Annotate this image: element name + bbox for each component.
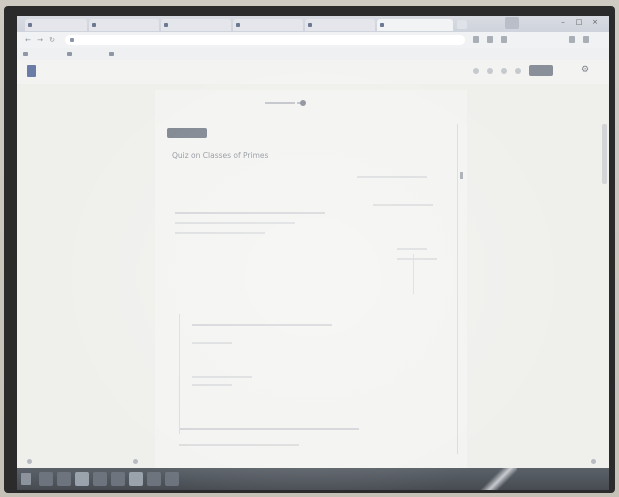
bookmark-item[interactable] [67,50,74,58]
comment-icon[interactable] [473,68,479,74]
text-line [179,428,359,430]
text-line [397,258,437,260]
profile-icon[interactable] [505,17,519,29]
bookmark-item[interactable] [109,50,116,58]
extension-icon[interactable] [487,36,493,43]
document-heading: Quiz on Classes of Primes [172,151,269,160]
taskbar-app-icon[interactable] [93,472,107,486]
account-icon[interactable] [515,68,521,74]
text-line [175,222,295,224]
text-line [175,232,265,234]
browser-tab[interactable] [89,19,159,31]
page-header-icon [300,100,306,106]
menu-icon[interactable] [583,36,589,43]
taskbar-app-icon[interactable] [111,472,125,486]
tab-favicon-icon [164,23,168,27]
column-rule [457,124,458,454]
tab-favicon-icon [308,23,312,27]
screen-glare [477,468,517,490]
document-canvas: Quiz on Classes of Primes [17,84,609,490]
screen: – □ × ← → ↻ ⚙ Quiz on Classes of Primes [17,16,609,490]
present-icon[interactable] [501,68,507,74]
page-header-rule [265,102,295,104]
browser-tab-active[interactable] [377,19,453,31]
history-icon[interactable] [487,68,493,74]
text-line [192,376,252,378]
cursor-marker [460,172,463,179]
tab-favicon-icon [380,23,384,27]
column-rule [413,254,414,294]
bookmark-favicon-icon [23,52,28,56]
address-bar-row: ← → ↻ [17,32,609,48]
extension-icon[interactable] [569,36,575,43]
browser-tab[interactable] [233,19,303,31]
tab-favicon-icon [236,23,240,27]
extension-icon[interactable] [473,36,479,43]
back-arrow-icon[interactable]: ← [23,35,33,45]
taskbar-app-icon[interactable] [129,472,143,486]
status-dot [133,459,138,464]
start-menu-icon[interactable] [21,473,31,485]
bookmark-favicon-icon [109,52,114,56]
text-line [397,248,427,250]
bookmarks-bar [17,48,609,60]
bookmark-favicon-icon [67,52,72,56]
scrollbar[interactable] [602,124,607,184]
lock-icon [70,38,74,42]
browser-tab[interactable] [25,19,87,31]
forward-arrow-icon[interactable]: → [35,35,45,45]
text-line [175,212,325,214]
text-line [373,204,433,206]
gear-icon[interactable]: ⚙ [581,65,589,75]
docs-logo-icon[interactable] [27,65,36,77]
text-line [357,176,427,178]
text-line [192,384,232,386]
reload-icon[interactable]: ↻ [47,35,57,45]
tab-favicon-icon [92,23,96,27]
browser-tab[interactable] [161,19,231,31]
taskbar-app-icon[interactable] [39,472,53,486]
status-dot [591,459,596,464]
share-button[interactable] [529,65,553,76]
taskbar-app-icon[interactable] [75,472,89,486]
close-icon[interactable]: × [589,17,601,27]
os-taskbar [17,468,609,490]
new-tab-button[interactable] [457,20,467,29]
section-badge [167,128,207,138]
docs-header: ⚙ [17,60,609,84]
maximize-icon[interactable]: □ [573,17,585,27]
tab-favicon-icon [28,23,32,27]
minimize-icon[interactable]: – [557,17,569,27]
column-rule [179,314,180,434]
bookmark-item[interactable] [23,50,30,58]
taskbar-app-icon[interactable] [165,472,179,486]
taskbar-app-icon[interactable] [147,472,161,486]
text-line [192,324,332,326]
text-line [179,444,299,446]
url-input[interactable] [65,35,465,45]
extension-icon[interactable] [501,36,507,43]
status-dot [27,459,32,464]
browser-tab-strip: – □ × [17,16,609,32]
text-line [192,342,232,344]
monitor-bezel: – □ × ← → ↻ ⚙ Quiz on Classes of Primes [4,6,615,493]
taskbar-app-icon[interactable] [57,472,71,486]
browser-tab[interactable] [305,19,375,31]
document-page[interactable] [155,90,467,490]
